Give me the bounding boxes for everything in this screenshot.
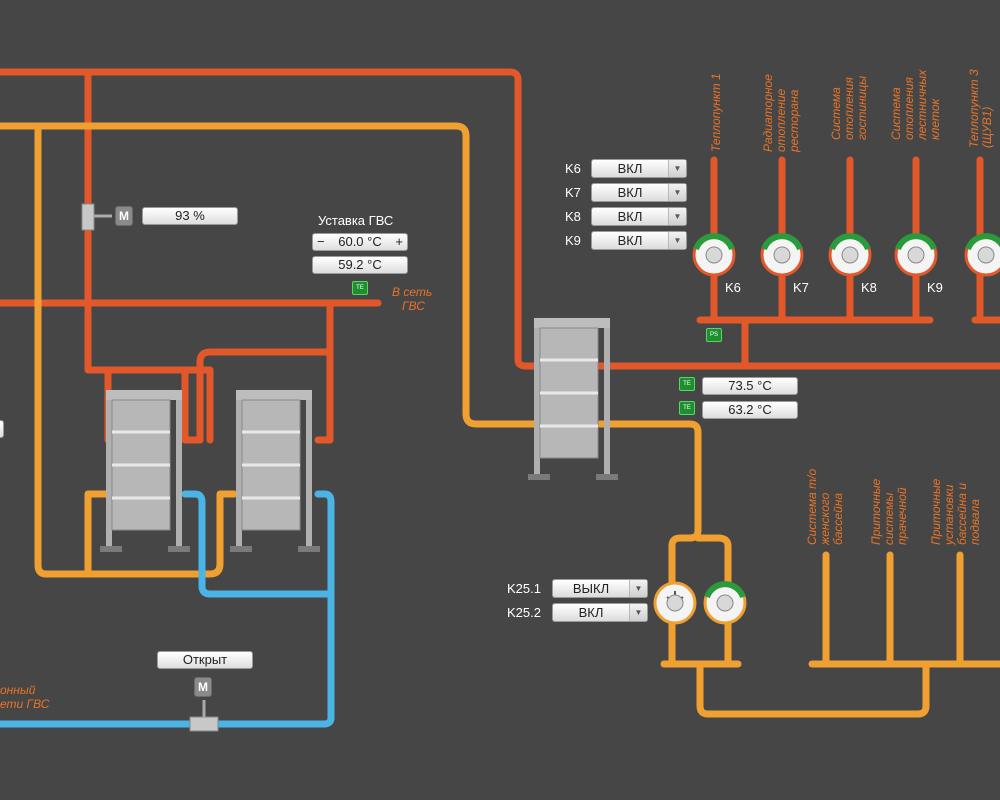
dhw-network-label-1: В сеть xyxy=(392,285,433,299)
chevron-down-icon[interactable]: ▼ xyxy=(668,232,686,249)
dhw-setpoint-label: Уставка ГВС xyxy=(318,213,394,228)
pool-consumer-label-1: Система т/о женского бассейна xyxy=(805,468,845,545)
chevron-down-icon[interactable]: ▼ xyxy=(668,208,686,225)
selector-k25-1[interactable]: ВЫКЛ ▼ xyxy=(552,579,648,598)
selector-label-k6: K6 xyxy=(565,161,581,176)
motor-icon[interactable]: M xyxy=(115,206,133,226)
partial-field xyxy=(0,420,4,438)
selector-label-k9: K9 xyxy=(565,233,581,248)
chevron-down-icon[interactable]: ▼ xyxy=(629,580,647,597)
bottom-left-label-2: ети ГВС xyxy=(0,697,50,711)
consumer-label-2: Радиаторное отопление ресторана xyxy=(761,74,801,152)
valve-position-readout: 93 % xyxy=(142,207,238,225)
selector-label-k8: K8 xyxy=(565,209,581,224)
pumps-heating xyxy=(692,233,1000,277)
consumer-label-1: Теплопункт 1 xyxy=(709,73,723,152)
increment-button[interactable]: + xyxy=(395,234,403,250)
consumer-label-5: Теплопункт 3 (ЩУВ1) xyxy=(967,69,994,148)
selector-k25-2[interactable]: ВКЛ ▼ xyxy=(552,603,648,622)
dhw-network-label-2: ГВС xyxy=(402,299,425,313)
chevron-down-icon[interactable]: ▼ xyxy=(668,160,686,177)
return-temp: 63.2 °C xyxy=(702,401,798,419)
consumer-label-3: Система отопления гостиницы xyxy=(829,75,869,140)
pressure-sensor-icon: PS xyxy=(706,328,722,342)
pool-consumer-label-2: Приточные системы прачечной xyxy=(869,478,909,545)
valve-open-status[interactable]: Открыт xyxy=(157,651,253,669)
selector-k8[interactable]: ВКЛ ▼ xyxy=(591,207,687,226)
valve-top xyxy=(81,203,112,231)
selector-label-k25-2: K25.2 xyxy=(507,605,541,620)
dhw-setpoint-value[interactable]: 60.0 °C xyxy=(338,234,382,249)
scada-stage: M 93 % Уставка ГВС − 60.0 °C + 59.2 °C T… xyxy=(0,0,1000,800)
temperature-sensor-icon: TE xyxy=(679,401,695,415)
decrement-button[interactable]: − xyxy=(317,234,325,250)
selector-label-k7: K7 xyxy=(565,185,581,200)
pool-consumer-label-3: Приточные установки бассейна и подвала xyxy=(929,478,982,545)
pumps-pool xyxy=(653,581,747,625)
selector-k7[interactable]: ВКЛ ▼ xyxy=(591,183,687,202)
selector-label-k25-1: K25.1 xyxy=(507,581,541,596)
chevron-down-icon[interactable]: ▼ xyxy=(668,184,686,201)
pump-label-k9: K9 xyxy=(927,280,943,295)
consumer-label-4: Система отопления лестничных клеток xyxy=(889,69,942,140)
valve-bottom xyxy=(189,700,219,732)
supply-temp: 73.5 °C xyxy=(702,377,798,395)
motor-icon[interactable]: M xyxy=(194,677,212,697)
dhw-current-temp: 59.2 °C xyxy=(312,256,408,274)
temperature-sensor-icon: TE xyxy=(679,377,695,391)
heat-exchanger-3 xyxy=(528,318,618,480)
heat-exchanger-1 xyxy=(100,390,190,552)
bottom-left-label-1: онный xyxy=(0,683,36,697)
pump-label-k6: K6 xyxy=(725,280,741,295)
heat-exchanger-2 xyxy=(230,390,320,552)
selector-k6[interactable]: ВКЛ ▼ xyxy=(591,159,687,178)
selector-k9[interactable]: ВКЛ ▼ xyxy=(591,231,687,250)
dhw-setpoint-stepper[interactable]: − 60.0 °C + xyxy=(312,233,408,251)
pump-label-k8: K8 xyxy=(861,280,877,295)
pump-label-k7: K7 xyxy=(793,280,809,295)
temperature-sensor-icon: TE xyxy=(352,281,368,295)
chevron-down-icon[interactable]: ▼ xyxy=(629,604,647,621)
